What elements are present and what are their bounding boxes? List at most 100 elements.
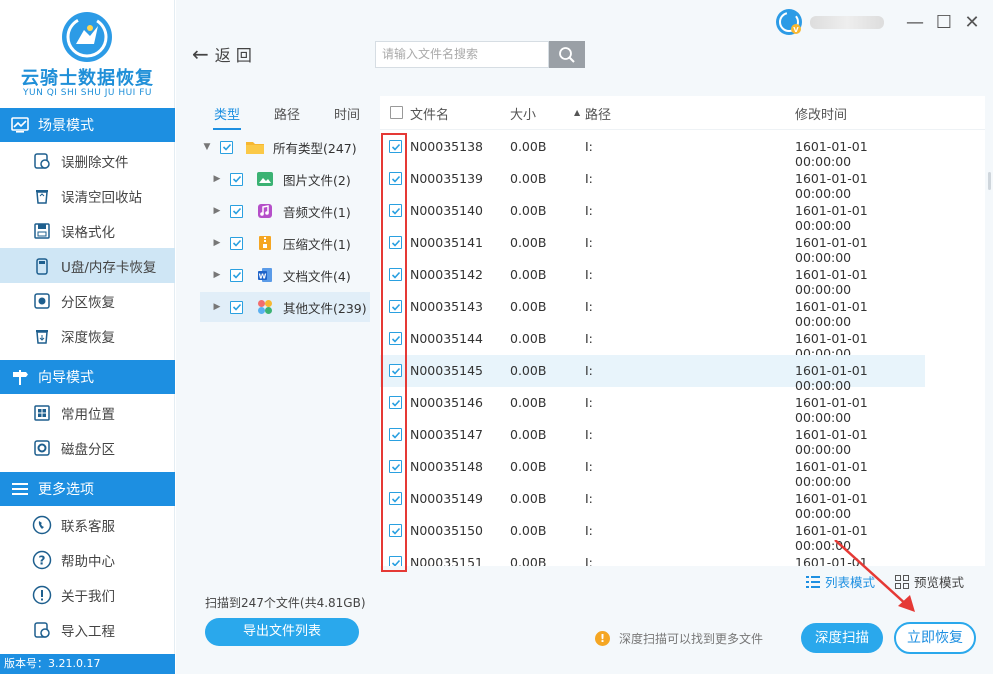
row-checkbox[interactable] [389, 428, 402, 441]
row-checkbox[interactable] [389, 268, 402, 281]
row-checkbox[interactable] [389, 492, 402, 505]
table-row[interactable]: N00035146 0.00B I: 1601-01-01 00:00:00 [380, 387, 925, 425]
tree-item-other[interactable]: ▶ 其他文件(239) [200, 292, 370, 322]
cell-size: 0.00B [510, 523, 547, 538]
tab-type[interactable]: 类型 [214, 104, 240, 123]
expand-icon[interactable]: ▶ [210, 238, 224, 248]
tab-path[interactable]: 路径 [274, 104, 300, 123]
expand-icon[interactable]: ▶ [210, 174, 224, 184]
cell-path: I: [585, 203, 593, 218]
row-checkbox[interactable] [389, 172, 402, 185]
tree-item-archives[interactable]: ▶ 压缩文件(1) [200, 228, 370, 258]
expand-icon[interactable]: ▶ [210, 270, 224, 280]
table-row[interactable]: N00035140 0.00B I: 1601-01-01 00:00:00 [380, 195, 925, 233]
cell-path: I: [585, 235, 593, 250]
sidebar-item-about-us[interactable]: 关于我们 [0, 577, 175, 612]
checkbox[interactable] [230, 300, 243, 314]
row-checkbox[interactable] [389, 140, 402, 153]
sidebar-item-usb-recovery[interactable]: U盘/内存卡恢复 [0, 248, 175, 283]
row-checkbox[interactable] [389, 556, 402, 566]
sidebar-item-disk-partition[interactable]: 磁盘分区 [0, 430, 175, 465]
search-button[interactable] [549, 41, 585, 68]
cell-path: I: [585, 299, 593, 314]
image-file-icon [255, 170, 275, 188]
row-checkbox[interactable] [389, 460, 402, 473]
tree-item-audio[interactable]: ▶ 音频文件(1) [200, 196, 370, 226]
select-all-checkbox[interactable] [390, 106, 403, 119]
col-header-name[interactable]: 文件名 [410, 104, 449, 123]
recycle-bin-icon [32, 186, 52, 206]
sidebar-item-deleted-files[interactable]: 误删除文件 [0, 143, 175, 178]
row-checkbox[interactable] [389, 236, 402, 249]
row-checkbox[interactable] [389, 524, 402, 537]
scrollbar[interactable] [988, 172, 991, 190]
table-row[interactable]: N00035147 0.00B I: 1601-01-01 00:00:00 [380, 419, 925, 457]
table-row[interactable]: N00035149 0.00B I: 1601-01-01 00:00:00 [380, 483, 925, 521]
cell-name: N00035141 [410, 235, 483, 250]
tree-item-all-types[interactable]: ▼ 所有类型(247) [200, 132, 370, 162]
section-scene-mode[interactable]: 场景模式 [0, 108, 175, 142]
table-row[interactable]: N00035145 0.00B I: 1601-01-01 00:00:00 [380, 355, 925, 393]
col-header-size[interactable]: 大小 [510, 104, 536, 123]
arrow-left-icon: ← [192, 42, 209, 66]
table-row[interactable]: N00035151 0.00B I: 1601-01-01 00:00:00 [380, 547, 925, 566]
cell-path: I: [585, 267, 593, 282]
tree-item-label: 压缩文件(1) [283, 236, 351, 252]
search-input[interactable]: 请输入文件名搜索 [375, 41, 549, 68]
list-mode-toggle[interactable]: 列表模式 [806, 572, 875, 591]
export-list-button[interactable]: 导出文件列表 [205, 618, 359, 646]
row-checkbox[interactable] [389, 396, 402, 409]
sidebar-item-common-locations[interactable]: 常用位置 [0, 395, 175, 430]
sidebar-item-recycle-bin[interactable]: 误清空回收站 [0, 178, 175, 213]
checkbox[interactable] [230, 204, 243, 218]
cell-path: I: [585, 523, 593, 538]
maximize-button[interactable]: ☐ [932, 10, 956, 34]
table-row[interactable]: N00035150 0.00B I: 1601-01-01 00:00:00 [380, 515, 925, 553]
preview-mode-label: 预览模式 [914, 575, 965, 590]
row-checkbox[interactable] [389, 332, 402, 345]
avatar[interactable]: V [775, 8, 803, 36]
table-row[interactable]: N00035148 0.00B I: 1601-01-01 00:00:00 [380, 451, 925, 489]
table-row[interactable]: N00035138 0.00B I: 1601-01-01 00:00:00 [380, 131, 925, 169]
deep-scan-button[interactable]: 深度扫描 [801, 623, 883, 653]
minimize-button[interactable]: — [903, 10, 927, 34]
section-more-options[interactable]: 更多选项 [0, 472, 175, 506]
sidebar-item-deep-recovery[interactable]: 深度恢复 [0, 318, 175, 353]
preview-mode-toggle[interactable]: 预览模式 [895, 572, 964, 591]
row-checkbox[interactable] [389, 204, 402, 217]
table-row[interactable]: N00035144 0.00B I: 1601-01-01 00:00:00 [380, 323, 925, 361]
table-row[interactable]: N00035142 0.00B I: 1601-01-01 00:00:00 [380, 259, 925, 297]
sidebar-item-contact-support[interactable]: 联系客服 [0, 507, 175, 542]
cell-path: I: [585, 331, 593, 346]
checkbox[interactable] [230, 236, 243, 250]
col-header-path[interactable]: 路径 [585, 104, 611, 123]
close-button[interactable]: ✕ [960, 10, 984, 34]
back-button[interactable]: ← 返 回 [192, 40, 252, 68]
recover-now-button[interactable]: 立即恢复 [894, 622, 976, 654]
sidebar-item-partition[interactable]: 分区恢复 [0, 283, 175, 318]
table-row[interactable]: N00035143 0.00B I: 1601-01-01 00:00:00 [380, 291, 925, 329]
checkbox[interactable] [230, 268, 243, 282]
col-header-modified[interactable]: 修改时间 [795, 104, 847, 123]
sidebar-item-help-center[interactable]: ? 帮助中心 [0, 542, 175, 577]
expand-icon[interactable]: ▶ [210, 206, 224, 216]
tab-time[interactable]: 时间 [334, 104, 360, 123]
row-checkbox[interactable] [389, 300, 402, 313]
checkbox[interactable] [230, 172, 243, 186]
tree-item-images[interactable]: ▶ 图片文件(2) [200, 164, 370, 194]
row-checkbox[interactable] [389, 364, 402, 377]
active-tab-indicator [213, 128, 241, 130]
expand-icon[interactable]: ▶ [210, 302, 224, 312]
tree-item-documents[interactable]: ▶ W 文档文件(4) [200, 260, 370, 290]
table-row[interactable]: N00035139 0.00B I: 1601-01-01 00:00:00 [380, 163, 925, 201]
sidebar-item-label: 深度恢复 [61, 329, 115, 346]
sidebar-item-import-project[interactable]: 导入工程 [0, 612, 175, 647]
sidebar-item-label: 磁盘分区 [61, 441, 115, 458]
sidebar-item-format[interactable]: 误格式化 [0, 213, 175, 248]
section-guide-mode[interactable]: 向导模式 [0, 360, 175, 394]
table-row[interactable]: N00035141 0.00B I: 1601-01-01 00:00:00 [380, 227, 925, 265]
collapse-icon[interactable]: ▼ [200, 142, 214, 152]
cell-path: I: [585, 555, 593, 566]
checkbox[interactable] [220, 140, 233, 154]
tree-item-label: 音频文件(1) [283, 204, 351, 220]
